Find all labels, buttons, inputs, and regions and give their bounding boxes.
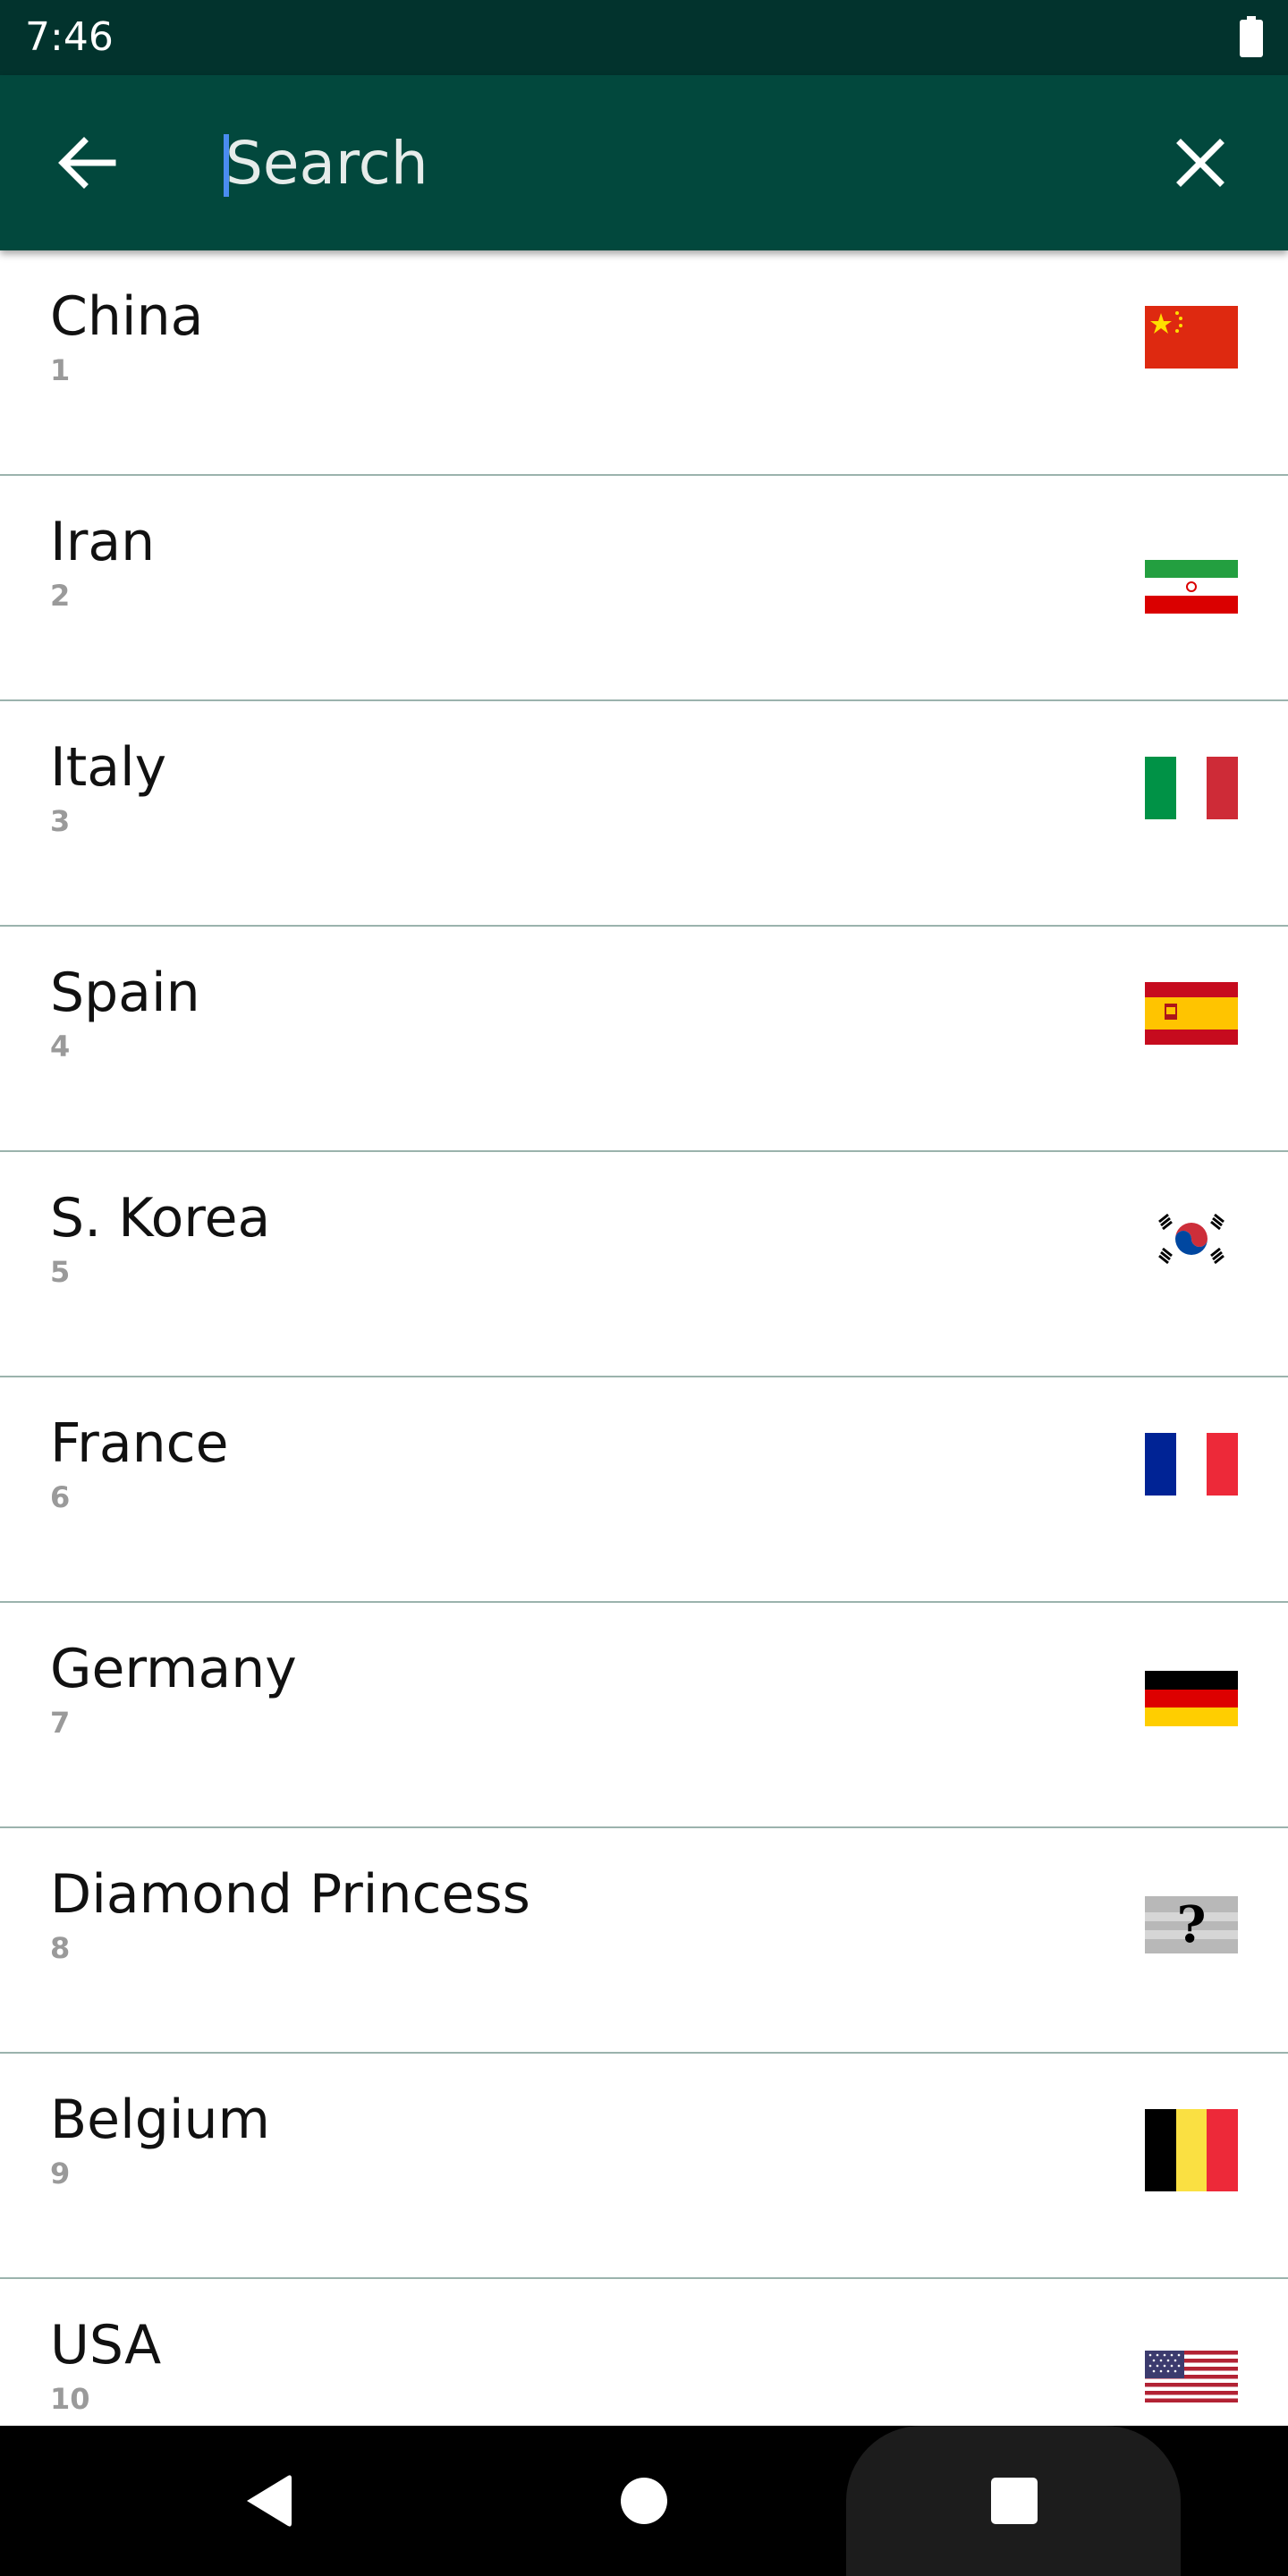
arrow-left-icon xyxy=(58,137,116,189)
list-item[interactable]: China 1 xyxy=(0,250,1288,476)
country-name: Iran xyxy=(50,511,156,573)
nav-recents-button[interactable] xyxy=(979,2465,1050,2537)
unknown-flag-symbol: ? xyxy=(1176,1895,1207,1954)
list-item[interactable]: Belgium 9 xyxy=(0,2054,1288,2279)
list-item[interactable]: USA 10 xyxy=(0,2279,1288,2426)
south-korea-flag-icon xyxy=(1145,1208,1238,1270)
country-name: Germany xyxy=(50,1638,297,1700)
list-item[interactable]: Iran 2 xyxy=(0,476,1288,701)
triangle-back-icon xyxy=(247,2475,292,2527)
country-name: China xyxy=(50,285,204,348)
country-name: USA xyxy=(50,2314,162,2377)
status-time: 7:46 xyxy=(25,14,114,60)
list-item[interactable]: Spain 4 xyxy=(0,927,1288,1152)
list-item[interactable]: France 6 xyxy=(0,1377,1288,1603)
list-item[interactable]: Italy 3 xyxy=(0,701,1288,927)
china-flag-icon xyxy=(1145,306,1238,369)
list-item[interactable]: Diamond Princess 8 ? xyxy=(0,1828,1288,2054)
back-button[interactable] xyxy=(45,120,131,206)
country-rank: 5 xyxy=(50,1255,71,1289)
list-item[interactable]: Germany 7 xyxy=(0,1603,1288,1828)
country-rank: 2 xyxy=(50,579,71,613)
iran-flag-icon xyxy=(1145,560,1238,614)
germany-flag-icon xyxy=(1145,1671,1238,1726)
square-recents-icon xyxy=(991,2478,1038,2524)
search-app-bar xyxy=(0,75,1288,250)
country-rank: 8 xyxy=(50,1931,71,1965)
country-name: Diamond Princess xyxy=(50,1863,530,1926)
spain-flag-icon xyxy=(1145,982,1238,1045)
status-bar: 7:46 xyxy=(0,0,1288,75)
country-rank: 7 xyxy=(50,1706,71,1740)
list-item[interactable]: S. Korea 5 xyxy=(0,1152,1288,1377)
text-cursor xyxy=(224,134,229,197)
country-rank: 10 xyxy=(50,2382,90,2416)
country-rank: 9 xyxy=(50,2157,71,2190)
belgium-flag-icon xyxy=(1145,2109,1238,2191)
country-rank: 3 xyxy=(50,804,71,838)
country-name: S. Korea xyxy=(50,1187,271,1250)
close-icon xyxy=(1176,139,1224,187)
nav-home-button[interactable] xyxy=(608,2465,680,2537)
circle-home-icon xyxy=(621,2478,667,2524)
country-rank: 4 xyxy=(50,1030,71,1063)
country-name: France xyxy=(50,1412,229,1475)
usa-flag-icon xyxy=(1145,2351,1238,2402)
country-rank: 1 xyxy=(50,353,71,387)
country-rank: 6 xyxy=(50,1480,71,1514)
country-list[interactable]: China 1 Iran 2 Italy 3 Spain 4 S. Korea … xyxy=(0,250,1288,2426)
search-input[interactable] xyxy=(220,120,1107,206)
country-name: Belgium xyxy=(50,2089,270,2151)
france-flag-icon xyxy=(1145,1433,1238,1496)
clear-search-button[interactable] xyxy=(1157,120,1243,206)
unknown-flag-icon: ? xyxy=(1145,1896,1238,1953)
nav-back-button[interactable] xyxy=(233,2465,304,2537)
country-name: Italy xyxy=(50,736,167,799)
battery-icon xyxy=(1240,16,1263,57)
system-navigation-bar xyxy=(0,2426,1288,2576)
country-name: Spain xyxy=(50,962,200,1024)
italy-flag-icon xyxy=(1145,757,1238,819)
